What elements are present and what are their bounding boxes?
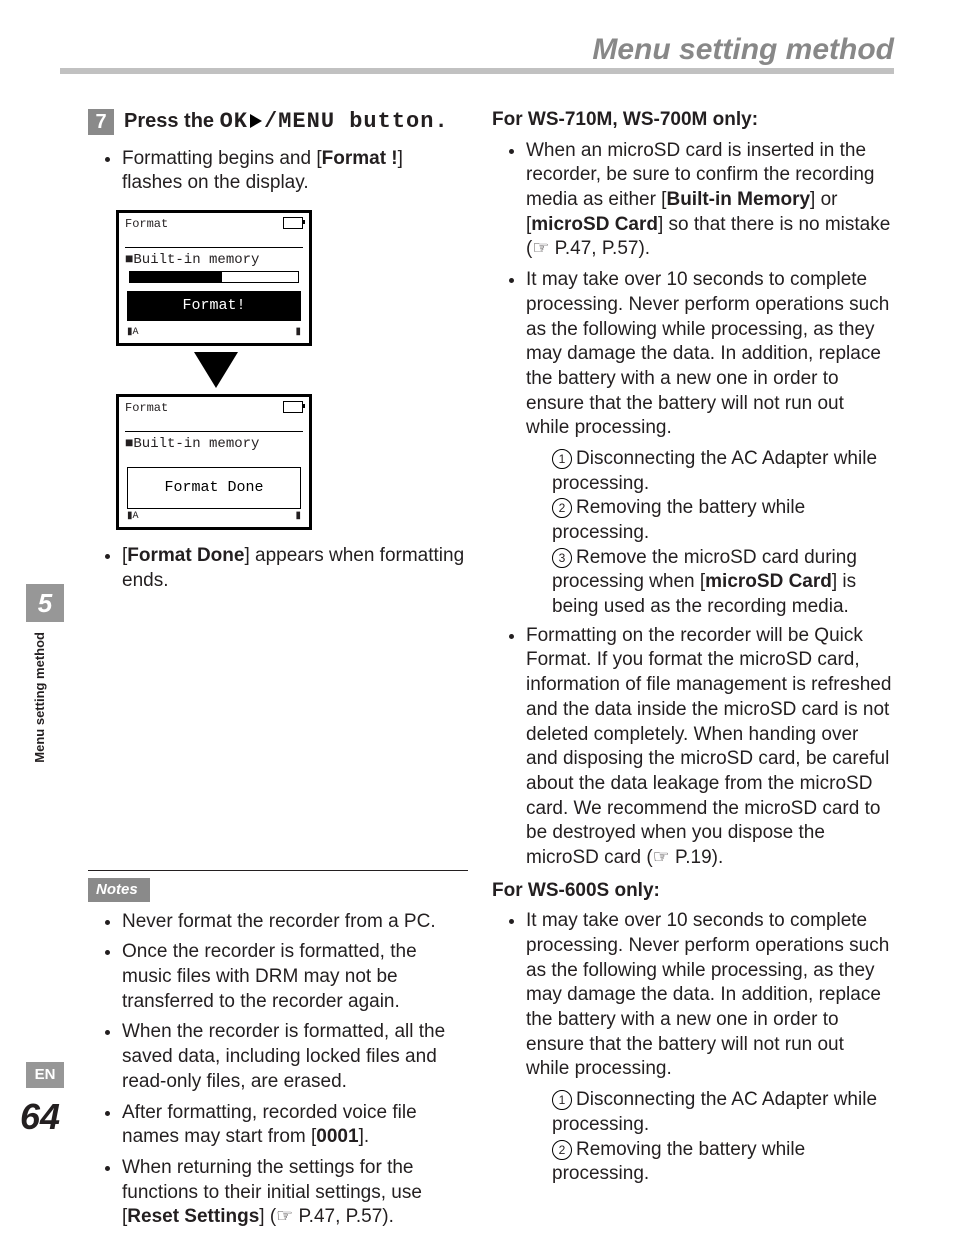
play-icon bbox=[250, 114, 262, 128]
page-header-title: Menu setting method bbox=[592, 30, 894, 69]
lcd-screen-2: Format ■Built-in memory Format Done ▮A▮ bbox=[116, 394, 312, 530]
battery-icon bbox=[283, 401, 303, 413]
notes-label: Notes bbox=[88, 878, 150, 902]
notes-list: Never format the recorder from a PC. Onc… bbox=[122, 910, 468, 1230]
document-page: Menu setting method 7 Press the OK/MENU … bbox=[0, 0, 954, 1158]
right-list-1: When an microSD card is inserted in the … bbox=[526, 139, 892, 441]
right-list-2: Formatting on the recorder will be Quick… bbox=[526, 624, 892, 871]
list-item: When an microSD card is inserted in the … bbox=[526, 139, 892, 262]
arrow-down-icon bbox=[194, 352, 238, 388]
battery-icon bbox=[283, 217, 303, 229]
list-item: Formatting begins and [Format !] flashes… bbox=[122, 147, 468, 196]
step-heading: 7 Press the OK/MENU button. bbox=[88, 108, 468, 137]
list-item: When the recorder is formatted, all the … bbox=[122, 1020, 468, 1094]
circled-number-icon: 3 bbox=[552, 548, 572, 568]
model-heading-1: For WS-710M, WS-700M only: bbox=[492, 108, 892, 133]
model-heading-2: For WS-600S only: bbox=[492, 879, 892, 904]
right-column: For WS-710M, WS-700M only: When an micro… bbox=[492, 108, 892, 1187]
list-item: It may take over 10 seconds to complete … bbox=[526, 268, 892, 441]
chapter-badge: 5 bbox=[26, 584, 64, 622]
ok-label: OK bbox=[220, 109, 248, 134]
list-item: It may take over 10 seconds to complete … bbox=[526, 909, 892, 1082]
circled-number-icon: 2 bbox=[552, 498, 572, 518]
side-section-label: Menu setting method bbox=[32, 632, 49, 763]
step-text: Press the OK/MENU button. bbox=[124, 108, 449, 137]
lcd-screen-1: Format ■Built-in memory Format! ▮A▮ bbox=[116, 210, 312, 346]
lcd-message: Format Done bbox=[127, 467, 301, 509]
list-item: When returning the settings for the func… bbox=[122, 1156, 468, 1230]
list-item: Never format the recorder from a PC. bbox=[122, 910, 468, 935]
lcd-message: Format! bbox=[127, 291, 301, 321]
circled-number-icon: 1 bbox=[552, 449, 572, 469]
list-item: After formatting, recorded voice file na… bbox=[122, 1101, 468, 1150]
numbered-sublist-2: 1Disconnecting the AC Adapter while proc… bbox=[552, 1088, 892, 1187]
header-rule bbox=[60, 68, 894, 74]
numbered-sublist-1: 1Disconnecting the AC Adapter while proc… bbox=[552, 447, 892, 620]
list-item: Formatting on the recorder will be Quick… bbox=[526, 624, 892, 871]
step-number-badge: 7 bbox=[88, 109, 114, 135]
page-number: 64 bbox=[20, 1094, 60, 1141]
step-bullets-2: [Format Done] appears when formatting en… bbox=[122, 544, 468, 593]
circled-number-icon: 2 bbox=[552, 1140, 572, 1160]
notes-section: Notes Never format the recorder from a P… bbox=[88, 870, 468, 1236]
left-column: 7 Press the OK/MENU button. Formatting b… bbox=[88, 108, 468, 599]
circled-number-icon: 1 bbox=[552, 1090, 572, 1110]
right-list-3: It may take over 10 seconds to complete … bbox=[526, 909, 892, 1082]
lcd-illustrations: Format ■Built-in memory Format! ▮A▮ Form… bbox=[116, 210, 316, 530]
list-item: Once the recorder is formatted, the musi… bbox=[122, 940, 468, 1014]
notes-rule bbox=[88, 870, 468, 871]
progress-bar bbox=[129, 271, 299, 283]
step-bullets: Formatting begins and [Format !] flashes… bbox=[122, 147, 468, 196]
language-badge: EN bbox=[26, 1062, 64, 1088]
list-item: [Format Done] appears when formatting en… bbox=[122, 544, 468, 593]
